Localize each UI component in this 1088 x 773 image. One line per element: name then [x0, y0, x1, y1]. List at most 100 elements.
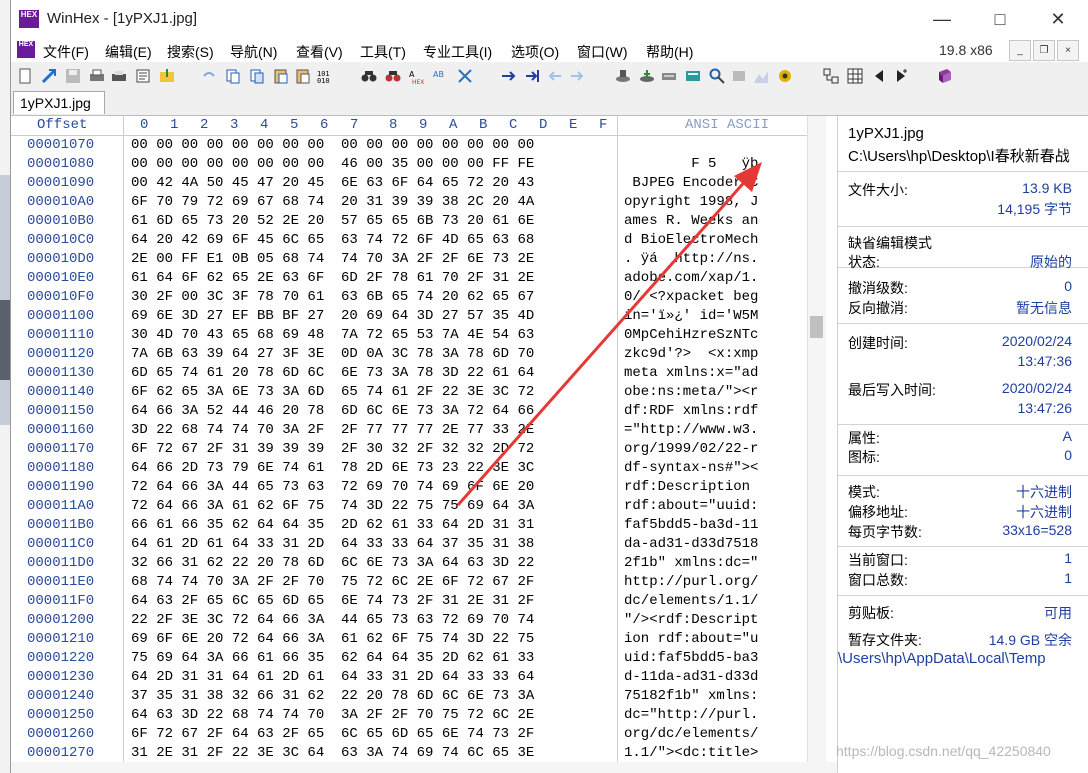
hash-icon[interactable]	[731, 68, 747, 84]
row-hex-bytes[interactable]: 7A 6B 63 39 64 27 3F 3E 0D 0A 3C 78 3A 7…	[131, 346, 534, 362]
horizontal-scrollbar[interactable]	[11, 762, 837, 773]
row-hex-bytes[interactable]: 72 64 66 3A 61 62 6F 75 74 3D 22 75 75 6…	[131, 498, 534, 514]
tree-view-icon[interactable]	[823, 68, 839, 84]
hex-row[interactable]: 00001110 30 4D 70 43 65 68 69 48 7A 72 65…	[11, 327, 791, 346]
minimize-button[interactable]: —	[913, 0, 971, 38]
row-hex-bytes[interactable]: 31 2E 31 2F 22 3E 3C 64 63 3A 74 69 74 6…	[131, 745, 534, 761]
doc-minimize-button[interactable]: _	[1009, 40, 1031, 61]
paste-zero-icon[interactable]	[295, 68, 311, 84]
hex-row[interactable]: 000010F0 30 2F 00 3C 3F 78 70 61 63 6B 65…	[11, 289, 791, 308]
row-ascii[interactable]: uid:faf5bdd5-ba3	[624, 650, 758, 666]
row-ascii[interactable]: 0MpCehiHzreSzNTc	[624, 327, 758, 343]
replace-hex-icon[interactable]: AB	[433, 68, 449, 84]
row-hex-bytes[interactable]: 64 66 3A 52 44 46 20 78 6D 6C 6E 73 3A 7…	[131, 403, 534, 419]
row-ascii[interactable]: adobe.com/xap/1.	[624, 270, 758, 286]
new-file-icon[interactable]	[17, 68, 33, 84]
hex-row[interactable]: 00001250 64 63 3D 22 68 74 74 70 3A 2F 2F…	[11, 707, 791, 726]
row-ascii[interactable]: d BioElectroMech	[624, 232, 758, 248]
row-hex-bytes[interactable]: 00 00 00 00 00 00 00 00 46 00 35 00 00 0…	[131, 156, 534, 172]
hex-row[interactable]: 00001130 6D 65 74 61 20 78 6D 6C 6E 73 3A…	[11, 365, 791, 384]
folder-up-icon[interactable]	[159, 68, 175, 84]
row-ascii[interactable]: 75182f1b" xmlns:	[624, 688, 758, 704]
hex-row[interactable]: 000011B0 66 61 66 35 62 64 64 35 2D 62 61…	[11, 517, 791, 536]
maximize-button[interactable]: □	[971, 0, 1029, 38]
row-ascii[interactable]: ion rdf:about="u	[624, 631, 758, 647]
row-hex-bytes[interactable]: 22 2F 3E 3C 72 64 66 3A 44 65 73 63 72 6…	[131, 612, 534, 628]
hex-row[interactable]: 00001260 6F 72 67 2F 64 63 2F 65 6C 65 6D…	[11, 726, 791, 745]
hex-row[interactable]: 00001180 64 66 2D 73 79 6E 74 61 78 2D 6E…	[11, 460, 791, 479]
close-button[interactable]: ✕	[1029, 0, 1087, 38]
row-hex-bytes[interactable]: 69 6E 3D 27 EF BB BF 27 20 69 64 3D 27 5…	[131, 308, 534, 324]
row-ascii[interactable]: df-syntax-ns#"><	[624, 460, 758, 476]
hex-row[interactable]: 000010C0 64 20 42 69 6F 45 6C 65 63 74 72…	[11, 232, 791, 251]
hex-row[interactable]: 00001070 00 00 00 00 00 00 00 00 00 00 00…	[11, 137, 791, 156]
row-hex-bytes[interactable]: 75 69 64 3A 66 61 66 35 62 64 64 35 2D 6…	[131, 650, 534, 666]
hex-row[interactable]: 00001160 3D 22 68 74 74 70 3A 2F 2F 77 77…	[11, 422, 791, 441]
row-ascii[interactable]: faf5bdd5-ba3d-11	[624, 517, 758, 533]
hex-row[interactable]: 00001120 7A 6B 63 39 64 27 3F 3E 0D 0A 3C…	[11, 346, 791, 365]
menu-view[interactable]: 查看(V)	[296, 42, 343, 62]
row-ascii[interactable]: . ÿá http://ns.	[624, 251, 758, 267]
row-hex-bytes[interactable]: 72 64 66 3A 44 65 73 63 72 69 70 74 69 6…	[131, 479, 534, 495]
row-ascii[interactable]: dc/elements/1.1/	[624, 593, 758, 609]
hex-row[interactable]: 00001190 72 64 66 3A 44 65 73 63 72 69 70…	[11, 479, 791, 498]
row-hex-bytes[interactable]: 37 35 31 38 32 66 31 62 22 20 78 6D 6C 6…	[131, 688, 534, 704]
row-hex-bytes[interactable]: 64 63 2F 65 6C 65 6D 65 6E 74 73 2F 31 2…	[131, 593, 534, 609]
row-ascii[interactable]: meta xmlns:x="ad	[624, 365, 758, 381]
document-icon[interactable]: HEX	[17, 41, 35, 58]
row-ascii[interactable]: http://purl.org/	[624, 574, 758, 590]
menu-navigate[interactable]: 导航(N)	[230, 42, 277, 62]
row-ascii[interactable]: opyright 1998, J	[624, 194, 758, 210]
row-hex-bytes[interactable]: 68 74 74 70 3A 2F 2F 70 75 72 6C 2E 6F 7…	[131, 574, 534, 590]
menu-help[interactable]: 帮助(H)	[646, 42, 693, 62]
calculator-icon[interactable]	[685, 68, 701, 84]
row-hex-bytes[interactable]: 6F 70 79 72 69 67 68 74 20 31 39 39 38 2…	[131, 194, 534, 210]
replace-text-icon[interactable]: AHEX	[409, 68, 425, 84]
hex-row[interactable]: 00001220 75 69 64 3A 66 61 66 35 62 64 64…	[11, 650, 791, 669]
hex-row[interactable]: 000010A0 6F 70 79 72 69 67 68 74 20 31 39…	[11, 194, 791, 213]
row-ascii[interactable]: 2f1b" xmlns:dc="	[624, 555, 758, 571]
zoom-icon[interactable]	[709, 68, 725, 84]
row-ascii[interactable]: d-11da-ad31-d33d	[624, 669, 758, 685]
hex-row[interactable]: 00001150 64 66 3A 52 44 46 20 78 6D 6C 6E…	[11, 403, 791, 422]
scrollbar-thumb[interactable]	[810, 316, 823, 338]
menu-window[interactable]: 窗口(W)	[577, 42, 628, 62]
hex-row[interactable]: 000010B0 61 6D 65 73 20 52 2E 20 57 65 65…	[11, 213, 791, 232]
hex-row[interactable]: 000011A0 72 64 66 3A 61 62 6F 75 74 3D 22…	[11, 498, 791, 517]
hex-row[interactable]: 00001090 00 42 4A 50 45 47 20 45 6E 63 6F…	[11, 175, 791, 194]
row-ascii[interactable]: zkc9d'?> <x:xmp	[624, 346, 758, 362]
row-hex-bytes[interactable]: 66 61 66 35 62 64 64 35 2D 62 61 33 64 2…	[131, 517, 534, 533]
ram-edit-icon[interactable]	[639, 68, 655, 84]
menu-tools[interactable]: 工具(T)	[360, 42, 406, 62]
row-ascii[interactable]: org/1999/02/22-r	[624, 441, 758, 457]
row-hex-bytes[interactable]: 64 20 42 69 6F 45 6C 65 63 74 72 6F 4D 6…	[131, 232, 534, 248]
back-icon[interactable]	[547, 68, 563, 84]
row-hex-bytes[interactable]: 00 42 4A 50 45 47 20 45 6E 63 6F 64 65 7…	[131, 175, 534, 191]
tab-1yPXJ1[interactable]: 1yPXJ1.jpg	[13, 91, 105, 114]
paste-icon[interactable]	[273, 68, 289, 84]
row-ascii[interactable]: F 5 ÿþ	[624, 156, 758, 172]
row-ascii[interactable]: da-ad31-d33d7518	[624, 536, 758, 552]
row-ascii[interactable]: "/><rdf:Descript	[624, 612, 758, 628]
vertical-scrollbar[interactable]	[807, 116, 826, 762]
row-hex-bytes[interactable]: 61 6D 65 73 20 52 2E 20 57 65 65 6B 73 2…	[131, 213, 534, 229]
menu-file[interactable]: 文件(F)	[43, 42, 89, 62]
doc-close-button[interactable]: ×	[1057, 40, 1079, 61]
find-again-icon[interactable]	[457, 68, 473, 84]
menu-search[interactable]: 搜索(S)	[167, 42, 214, 62]
row-hex-bytes[interactable]: 6F 72 67 2F 64 63 2F 65 6C 65 6D 65 6E 7…	[131, 726, 534, 742]
hex-row[interactable]: 00001230 64 2D 31 31 64 61 2D 61 64 33 31…	[11, 669, 791, 688]
row-hex-bytes[interactable]: 64 61 2D 61 64 33 31 2D 64 33 33 64 37 3…	[131, 536, 534, 552]
row-hex-bytes[interactable]: 6F 72 67 2F 31 39 39 39 2F 30 32 2F 32 3…	[131, 441, 534, 457]
hex-row[interactable]: 00001210 69 6F 6E 20 72 64 66 3A 61 62 6F…	[11, 631, 791, 650]
row-hex-bytes[interactable]: 32 66 31 62 22 20 78 6D 6C 6E 73 3A 64 6…	[131, 555, 534, 571]
save-icon[interactable]	[65, 68, 81, 84]
open-file-icon[interactable]	[41, 68, 57, 84]
find-hex-icon[interactable]	[385, 68, 401, 84]
write-binary-icon[interactable]: 101010	[317, 68, 333, 84]
row-ascii[interactable]: 1.1/"><dc:title>	[624, 745, 758, 761]
analyze-icon[interactable]	[753, 68, 769, 84]
goto-page-icon[interactable]	[525, 68, 541, 84]
hex-row[interactable]: 00001170 6F 72 67 2F 31 39 39 39 2F 30 32…	[11, 441, 791, 460]
undo-icon[interactable]	[201, 68, 217, 84]
